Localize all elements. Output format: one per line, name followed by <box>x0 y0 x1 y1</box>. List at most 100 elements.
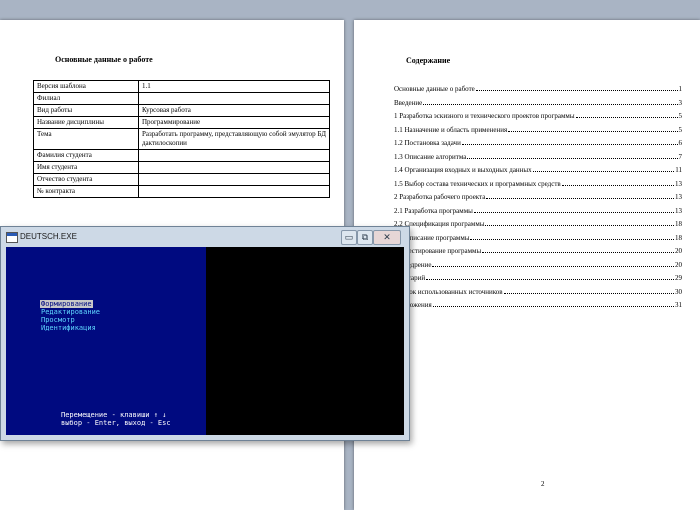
row-key: Вид работы <box>33 104 139 117</box>
toc-leader <box>482 246 674 253</box>
toc-leader <box>432 300 674 307</box>
maximize-button[interactable]: ⧉ <box>357 230 373 245</box>
navigation-hint: Перемещение - клавиши ↑ ↓ <box>61 411 167 419</box>
table-row: Фамилия студента <box>33 149 330 162</box>
close-button[interactable]: ✕ <box>373 230 401 245</box>
toc-page: 18 <box>675 233 682 242</box>
toc-page: 20 <box>675 260 682 269</box>
toc-entry[interactable]: 1.4 Организация входных и выходных данны… <box>394 164 682 178</box>
toc-entry[interactable]: 2 Разработка рабочего проекта 13 <box>394 191 682 205</box>
window-titlebar[interactable]: DEUTSCH.EXE ▭ ⧉ ✕ <box>1 227 409 247</box>
row-value: Курсовая работа <box>138 104 330 117</box>
toc-title: 1.5 Выбор состава технических и программ… <box>394 179 561 188</box>
toc-entry[interactable]: 1.2 Постановка задачи 6 <box>394 137 682 151</box>
table-of-contents: Основные данные о работе 1 Введение 3 1 Ра… <box>394 83 682 313</box>
toc-entry[interactable]: 2.3 Описание программы 18 <box>394 232 682 246</box>
row-value <box>138 185 330 198</box>
toc-title: Основные данные о работе <box>394 85 475 93</box>
toc-title: 1 Разработка эскизного и технического пр… <box>394 112 575 120</box>
toc-page: 30 <box>675 287 682 296</box>
minimize-button[interactable]: ▭ <box>341 230 357 245</box>
table-row: Название дисциплины Программирование <box>33 116 330 129</box>
row-key: № контракта <box>33 185 139 198</box>
toc-page: 7 <box>678 152 683 161</box>
row-key: Фамилия студента <box>33 149 139 162</box>
toc-leader <box>426 273 674 280</box>
toc-entry[interactable]: Список использованных источников 30 <box>394 286 682 300</box>
row-value <box>138 161 330 174</box>
toc-leader <box>423 98 678 105</box>
toc-title: 1.3 Описание алгоритма <box>394 152 467 161</box>
toc-heading: Содержание <box>406 56 451 65</box>
toc-entry[interactable]: Введение 3 <box>394 97 682 111</box>
console-app-icon[interactable] <box>6 232 18 243</box>
toc-entry[interactable]: 1.5 Выбор состава технических и программ… <box>394 178 682 192</box>
table-row: Отчество студента <box>33 173 330 186</box>
page-1-heading: Основные данные о работе <box>55 55 153 64</box>
toc-page: 13 <box>675 206 682 215</box>
table-row: Тема Разработать программу, представляющу… <box>33 128 330 150</box>
toc-leader <box>508 125 678 132</box>
toc-entry[interactable]: 1.3 Описание алгоритма 7 <box>394 151 682 165</box>
toc-page: 5 <box>678 112 683 120</box>
toc-title: Введение <box>394 98 423 107</box>
toc-leader <box>470 233 674 240</box>
toc-page: 18 <box>675 220 682 228</box>
console-screen[interactable]: Формирование Редактирование Просмотр Иде… <box>6 247 404 435</box>
toc-page: 1 <box>678 85 683 93</box>
toc-page: 13 <box>675 193 682 201</box>
toc-page: 11 <box>675 166 682 174</box>
toc-title: Список использованных источников <box>394 287 503 296</box>
toc-page: 3 <box>678 98 683 107</box>
window-title: DEUTSCH.EXE <box>20 232 77 241</box>
toc-title: 1.1 Назначение и область применения <box>394 125 508 134</box>
row-key: Филиал <box>33 92 139 105</box>
toc-entry[interactable]: Глоссарий29 <box>394 272 682 286</box>
toc-page: 6 <box>678 139 683 147</box>
row-key: Версия шаблона <box>33 80 139 93</box>
row-key: Название дисциплины <box>33 116 139 129</box>
work-data-table: Версия шаблона 1.1 Филиал Вид работы Курсо… <box>33 80 330 198</box>
menu-item-prosmotr[interactable]: Просмотр <box>41 316 75 324</box>
row-value <box>138 92 330 105</box>
row-value <box>138 149 330 162</box>
toc-page: 29 <box>675 274 682 282</box>
toc-entry[interactable]: 1 Разработка эскизного и технического пр… <box>394 110 682 124</box>
toc-page: 13 <box>675 179 682 188</box>
selection-hint: выбор - Enter, выход - Esc <box>61 419 171 427</box>
table-row: Имя студента <box>33 161 330 174</box>
table-row: № контракта <box>33 185 330 198</box>
toc-page: 5 <box>678 125 683 134</box>
toc-entry[interactable]: 1.1 Назначение и область применения 5 <box>394 124 682 138</box>
toc-leader <box>561 179 674 186</box>
toc-title: 1.4 Организация входных и выходных данны… <box>394 166 532 174</box>
row-value: Разработать программу, представляющую со… <box>138 128 330 150</box>
table-row: Вид работы Курсовая работа <box>33 104 330 117</box>
menu-item-redaktirovanie[interactable]: Редактирование <box>41 308 100 316</box>
row-key: Отчество студента <box>33 173 139 186</box>
toc-leader <box>467 152 678 159</box>
toc-entry[interactable]: 3 Внедрение 20 <box>394 259 682 273</box>
page-number: 2 <box>541 480 545 488</box>
toc-title: 1.2 Постановка задачи <box>394 139 461 147</box>
row-key: Тема <box>33 128 139 150</box>
table-row: Филиал <box>33 92 330 105</box>
toc-entry[interactable]: 2.1 Разработка программы 13 <box>394 205 682 219</box>
toc-entry[interactable]: Основные данные о работе 1 <box>394 83 682 97</box>
row-value: 1.1 <box>138 80 330 93</box>
toc-page: 31 <box>675 301 682 309</box>
table-row: Версия шаблона 1.1 <box>33 80 330 93</box>
toc-page: 20 <box>675 247 682 255</box>
menu-item-formirovanie[interactable]: Формирование <box>40 300 93 308</box>
menu-item-identifikatsiya[interactable]: Идентификация <box>41 324 96 332</box>
toc-title: 2 Разработка рабочего проекта <box>394 193 486 201</box>
console-window[interactable]: DEUTSCH.EXE ▭ ⧉ ✕ Формирование Редактиро… <box>0 226 410 441</box>
toc-entry[interactable]: 2.4 Тестирование программы 20 <box>394 245 682 259</box>
toc-leader <box>473 206 674 213</box>
toc-leader <box>503 287 674 294</box>
toc-title: 2.1 Разработка программы <box>394 206 473 215</box>
toc-leader <box>575 111 678 118</box>
toc-entry[interactable]: Приложения 31 <box>394 299 682 313</box>
toc-leader <box>532 165 675 172</box>
toc-entry[interactable]: 2.2 Спецификация программы 18 <box>394 218 682 232</box>
